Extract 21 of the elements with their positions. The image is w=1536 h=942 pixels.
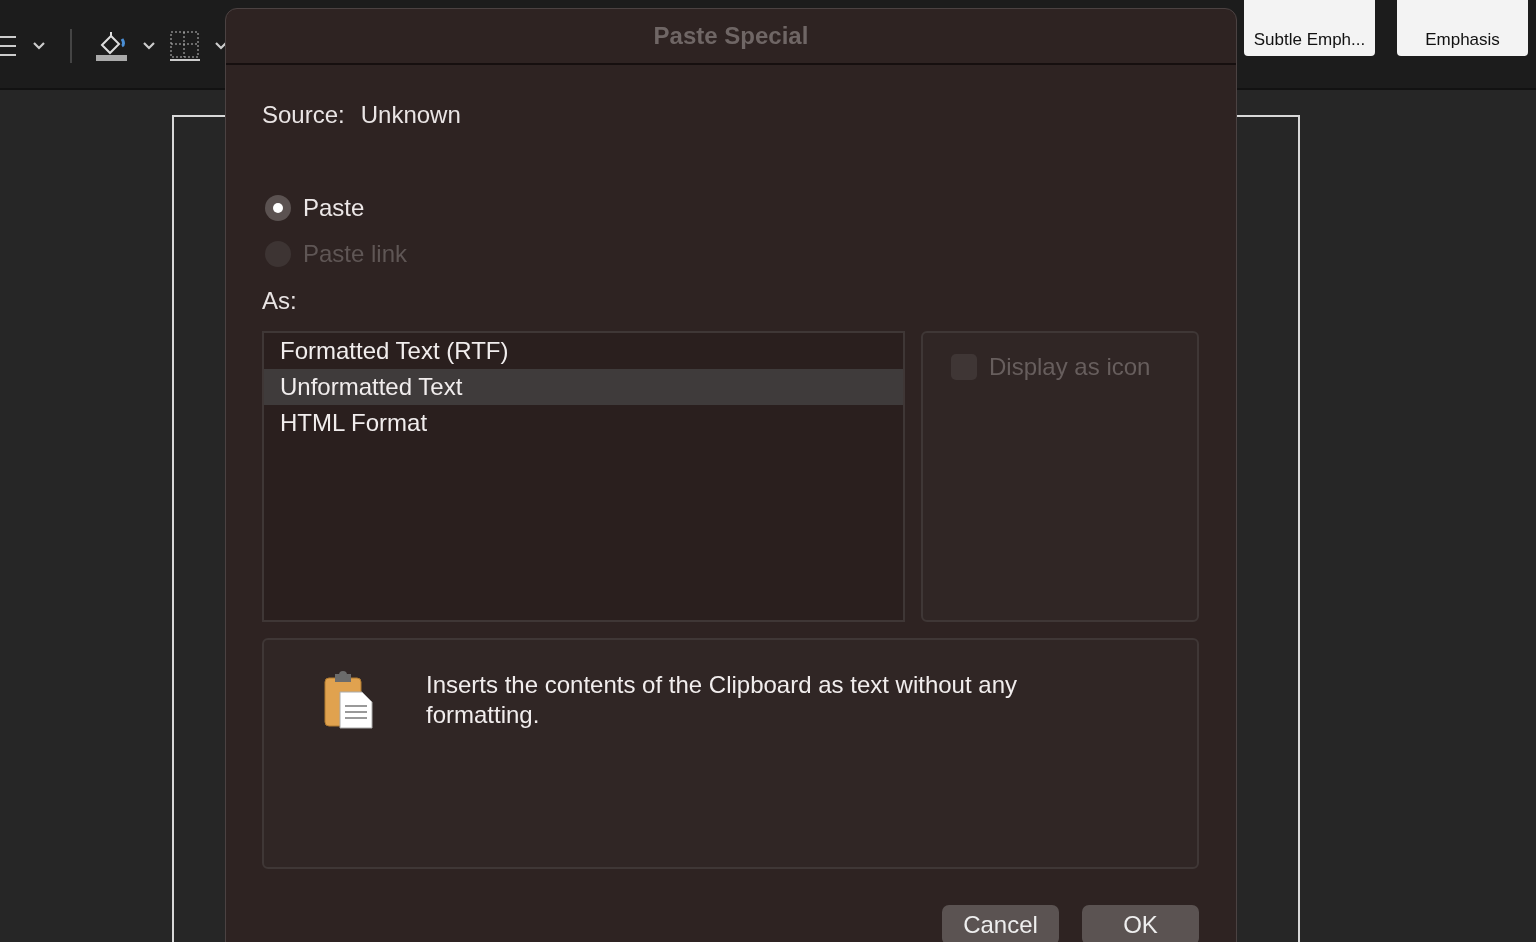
- style-tile[interactable]: Emphasis: [1397, 0, 1528, 56]
- ok-button[interactable]: OK: [1082, 905, 1199, 942]
- cancel-button[interactable]: Cancel: [942, 905, 1059, 942]
- description-text: Inserts the contents of the Clipboard as text without any formatting.: [426, 670, 1018, 730]
- borders-icon[interactable]: [170, 31, 200, 61]
- paste-option-radio[interactable]: Paste: [262, 193, 1199, 223]
- clipboard-icon: [322, 670, 374, 730]
- source-value: Unknown: [360, 101, 461, 129]
- style-tile[interactable]: Subtle Emph...: [1244, 0, 1375, 56]
- list-icon[interactable]: [0, 33, 18, 59]
- dialog-title: Paste Special: [653, 22, 809, 50]
- as-label: As:: [262, 287, 298, 315]
- chevron-down-icon[interactable]: [214, 41, 228, 51]
- paint-bucket-icon[interactable]: [96, 31, 128, 61]
- format-item[interactable]: HTML Format: [264, 405, 903, 441]
- radio-icon[interactable]: [265, 195, 291, 221]
- chevron-down-icon[interactable]: [142, 41, 156, 51]
- chevron-down-icon[interactable]: [32, 41, 46, 51]
- format-item[interactable]: Formatted Text (RTF): [264, 333, 903, 369]
- format-item[interactable]: Unformatted Text: [264, 369, 903, 405]
- source-label: Source:: [262, 101, 345, 129]
